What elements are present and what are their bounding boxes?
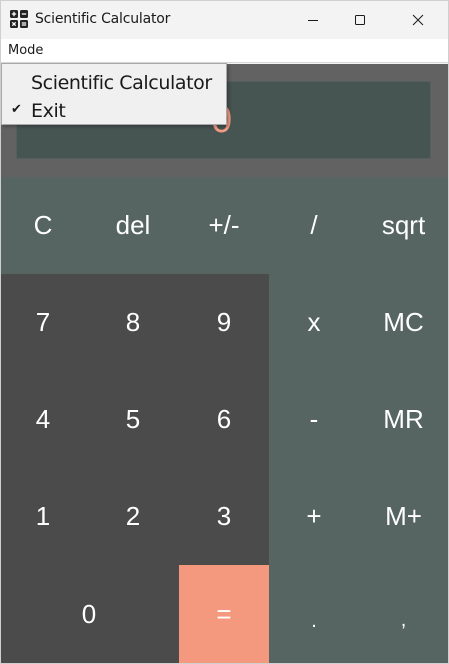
window-title: Scientific Calculator: [35, 11, 171, 27]
digit-6-key[interactable]: 6: [179, 371, 269, 468]
digit-9-key[interactable]: 9: [179, 274, 269, 371]
comma-key[interactable]: ,: [359, 565, 448, 663]
multiply-key[interactable]: x: [269, 274, 359, 371]
maximize-button[interactable]: [337, 1, 383, 39]
digit-2-key[interactable]: 2: [89, 468, 177, 565]
menu-bar: Mode: [1, 39, 448, 63]
equals-key[interactable]: =: [179, 565, 269, 663]
menu-item-label: Scientific Calculator: [31, 72, 212, 94]
maximize-icon: [355, 15, 365, 25]
sqrt-key[interactable]: sqrt: [359, 177, 448, 274]
digit-7-key[interactable]: 7: [1, 274, 85, 371]
mode-dropdown-menu: Scientific Calculator ✔ Exit: [1, 63, 227, 125]
memory-clear-key[interactable]: MC: [359, 274, 448, 371]
keypad: C del +/- / sqrt 7 8 9 x MC 4 5 6 - MR 1…: [1, 177, 448, 663]
clear-key[interactable]: C: [1, 177, 85, 274]
memory-recall-key[interactable]: MR: [359, 371, 448, 468]
calculator-icon: [10, 10, 28, 28]
menu-item-label: Exit: [31, 100, 66, 122]
app-root: Scientific Calculator Mode 0 C del +/- /…: [0, 0, 449, 664]
digit-3-key[interactable]: 3: [179, 468, 269, 565]
title-bar: Scientific Calculator: [1, 1, 448, 39]
decimal-point-key[interactable]: .: [269, 565, 359, 663]
close-icon: [412, 14, 424, 26]
digit-1-key[interactable]: 1: [1, 468, 85, 565]
digit-8-key[interactable]: 8: [89, 274, 177, 371]
add-key[interactable]: +: [269, 468, 359, 565]
negate-key[interactable]: +/-: [179, 177, 269, 274]
minimize-icon: [308, 20, 318, 21]
checkmark-icon: ✔: [11, 101, 22, 116]
digit-0-key[interactable]: 0: [1, 565, 177, 663]
menu-item-exit[interactable]: ✔ Exit: [2, 95, 226, 123]
memory-add-key[interactable]: M+: [359, 468, 448, 565]
minimize-button[interactable]: [290, 1, 336, 39]
delete-key[interactable]: del: [89, 177, 177, 274]
menu-item-scientific-calculator[interactable]: Scientific Calculator: [2, 67, 226, 95]
digit-4-key[interactable]: 4: [1, 371, 85, 468]
close-button[interactable]: [395, 1, 441, 39]
divide-key[interactable]: /: [269, 177, 359, 274]
calculator-body: 0 C del +/- / sqrt 7 8 9 x MC 4 5 6 - MR…: [1, 64, 448, 663]
mode-menu[interactable]: Mode: [8, 43, 43, 58]
digit-5-key[interactable]: 5: [89, 371, 177, 468]
subtract-key[interactable]: -: [269, 371, 359, 468]
